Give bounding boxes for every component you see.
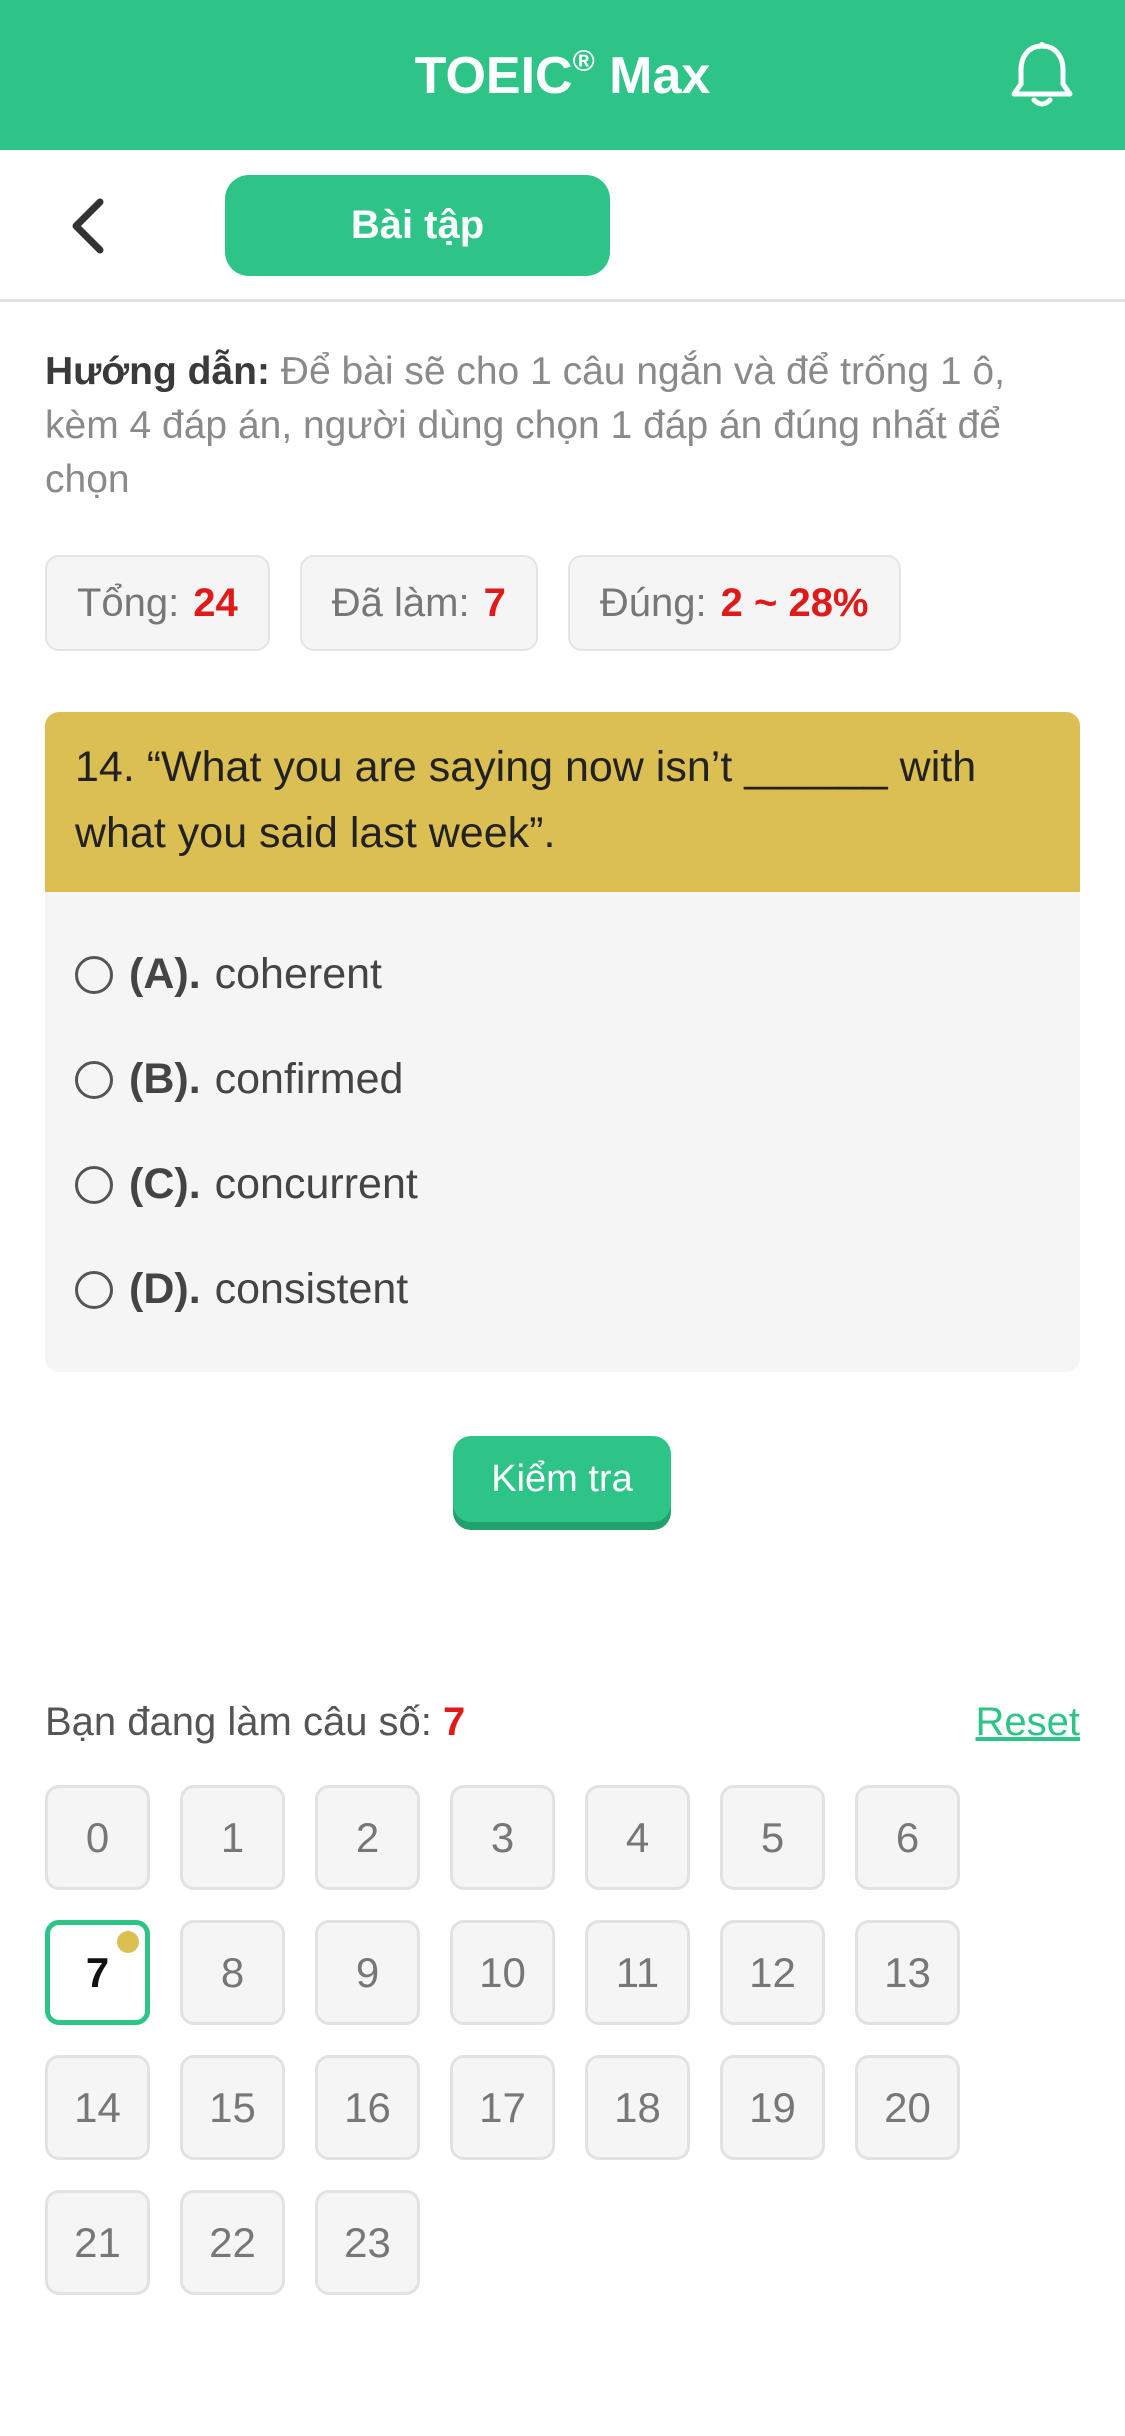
- question-number-button[interactable]: 7: [45, 1920, 150, 2025]
- reset-link[interactable]: Reset: [976, 1700, 1081, 1745]
- question-number-button[interactable]: 1: [180, 1785, 285, 1890]
- instructions: Hướng dẫn: Để bài sẽ cho 1 câu ngắn và đ…: [45, 345, 1085, 507]
- current-question-label: Bạn đang làm câu số: 7: [45, 1700, 466, 1744]
- question-number-button[interactable]: 4: [585, 1785, 690, 1890]
- question-number-button[interactable]: 11: [585, 1920, 690, 2025]
- question-text: 14. “What you are saying now isn’t _____…: [45, 712, 1080, 892]
- option-a[interactable]: (A). coherent: [75, 922, 1050, 1027]
- question-card: 14. “What you are saying now isn’t _____…: [45, 712, 1080, 1372]
- radio-button[interactable]: [75, 1060, 113, 1099]
- question-number-grid: 0 1 2 3 4 5 6 7 8 9 10 11 12 13 14 15 16 17 18 19 20 21 22 23: [45, 1785, 1085, 2295]
- question-number-button[interactable]: 10: [450, 1920, 555, 2025]
- stats-row: Tổng: 24 Đã làm: 7 Đúng: 2 ~ 28%: [45, 555, 901, 651]
- option-b[interactable]: (B). confirmed: [75, 1027, 1050, 1132]
- stat-total: Tổng: 24: [45, 555, 270, 651]
- question-number-button[interactable]: 16: [315, 2055, 420, 2160]
- app-header: TOEIC® Max: [0, 0, 1125, 150]
- current-question-row: Bạn đang làm câu số: 7 Reset: [45, 1700, 1080, 1745]
- question-number-button[interactable]: 22: [180, 2190, 285, 2295]
- current-indicator-dot: [117, 1931, 139, 1953]
- back-button[interactable]: [58, 194, 118, 258]
- question-number-button[interactable]: 18: [585, 2055, 690, 2160]
- question-number-button[interactable]: 17: [450, 2055, 555, 2160]
- question-number-button[interactable]: 13: [855, 1920, 960, 2025]
- radio-button[interactable]: [75, 1165, 113, 1204]
- option-c[interactable]: (C). concurrent: [75, 1132, 1050, 1237]
- question-number-button[interactable]: 15: [180, 2055, 285, 2160]
- tab-exercises[interactable]: Bài tập: [225, 175, 610, 276]
- question-number-button[interactable]: 23: [315, 2190, 420, 2295]
- question-number-button[interactable]: 5: [720, 1785, 825, 1890]
- radio-button[interactable]: [75, 1270, 113, 1309]
- question-number-button[interactable]: 19: [720, 2055, 825, 2160]
- question-number-button[interactable]: 20: [855, 2055, 960, 2160]
- question-number-button[interactable]: 2: [315, 1785, 420, 1890]
- question-number-button[interactable]: 6: [855, 1785, 960, 1890]
- instructions-label: Hướng dẫn:: [45, 350, 270, 393]
- stat-correct: Đúng: 2 ~ 28%: [567, 555, 901, 651]
- sub-toolbar: Bài tập: [0, 150, 1125, 302]
- question-number-button[interactable]: 8: [180, 1920, 285, 2025]
- radio-button[interactable]: [75, 955, 113, 994]
- chevron-left-icon: [72, 198, 104, 254]
- check-button[interactable]: Kiểm tra: [453, 1436, 671, 1522]
- question-number-button[interactable]: 14: [45, 2055, 150, 2160]
- option-d[interactable]: (D). consistent: [75, 1237, 1050, 1342]
- answer-options: (A). coherent (B). confirmed (C). concur…: [45, 892, 1080, 1342]
- stat-done: Đã làm: 7: [299, 555, 538, 651]
- question-number-button[interactable]: 0: [45, 1785, 150, 1890]
- app-title: TOEIC® Max: [414, 44, 711, 105]
- question-number-button[interactable]: 21: [45, 2190, 150, 2295]
- question-number-button[interactable]: 3: [450, 1785, 555, 1890]
- bell-icon[interactable]: [1009, 40, 1075, 110]
- question-number-button[interactable]: 9: [315, 1920, 420, 2025]
- question-number-button[interactable]: 12: [720, 1920, 825, 2025]
